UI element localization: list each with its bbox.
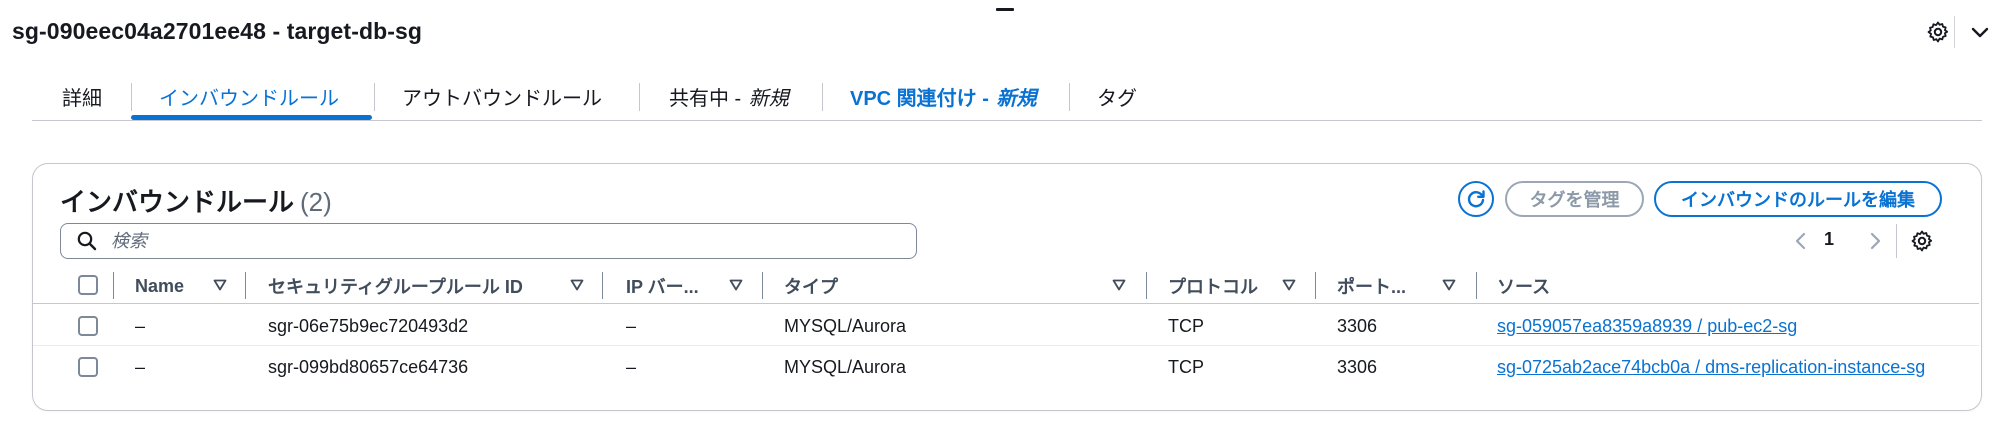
tab-sharing[interactable]: 共有中 - 新規: [669, 74, 789, 118]
select-all-checkbox[interactable]: [78, 275, 98, 295]
refresh-button[interactable]: [1458, 181, 1494, 217]
new-badge: 新規: [996, 87, 1037, 110]
tab-outbound-rules[interactable]: アウトバウンドルール: [402, 74, 602, 118]
cell-protocol: TCP: [1168, 356, 1204, 377]
cell-source-link[interactable]: sg-059057ea8359a8939 / pub-ec2-sg: [1497, 314, 1797, 338]
chevron-down-icon[interactable]: [1966, 18, 1994, 46]
tab-details[interactable]: 詳細: [62, 74, 102, 118]
tab-tags[interactable]: タグ: [1097, 74, 1137, 118]
search-icon: [75, 229, 99, 253]
cell-ip-version: –: [626, 356, 637, 377]
header-divider: [1954, 16, 1955, 48]
gear-icon[interactable]: [1924, 18, 1952, 46]
cell-protocol: TCP: [1168, 315, 1204, 336]
tabs-baseline: [32, 120, 1982, 121]
sort-icon[interactable]: [729, 279, 743, 291]
column-divider: [1476, 272, 1477, 299]
cell-name: –: [135, 356, 146, 377]
new-badge: 新規: [748, 87, 789, 110]
column-divider: [113, 272, 114, 299]
tab-divider: [1069, 83, 1070, 111]
column-header-name[interactable]: Name: [135, 272, 184, 300]
row-divider: [33, 345, 1979, 346]
column-header-port[interactable]: ポート...: [1337, 272, 1406, 300]
tab-divider: [639, 83, 640, 111]
panel-title: インバウンドルール (2): [60, 182, 332, 219]
tab-divider: [131, 83, 132, 111]
column-divider: [245, 272, 246, 299]
search-box: [60, 223, 917, 259]
previous-page-icon[interactable]: [1790, 229, 1812, 253]
manage-tags-button[interactable]: タグを管理: [1505, 181, 1644, 217]
rule-count: (2): [300, 187, 332, 217]
search-input[interactable]: [109, 229, 893, 253]
column-divider: [602, 272, 603, 299]
drag-handle[interactable]: [996, 8, 1014, 11]
cell-ip-version: –: [626, 315, 637, 336]
edit-inbound-rules-button[interactable]: インバウンドのルールを編集: [1654, 181, 1942, 217]
cell-type: MYSQL/Aurora: [784, 356, 907, 377]
cell-type: MYSQL/Aurora: [784, 315, 907, 336]
tab-vpc-associations[interactable]: VPC 関連付け - 新規: [850, 74, 1036, 118]
tab-label: VPC 関連付け -: [850, 87, 995, 110]
column-header-rule-id[interactable]: セキュリティグループルール ID: [268, 272, 523, 300]
page-number[interactable]: 1: [1824, 229, 1834, 250]
pager-divider: [1896, 224, 1897, 258]
cell-name: –: [135, 315, 146, 336]
refresh-icon: [1467, 190, 1485, 208]
sort-icon[interactable]: [570, 279, 584, 291]
next-page-icon[interactable]: [1864, 229, 1886, 253]
row-checkbox[interactable]: [78, 357, 98, 377]
active-tab-indicator: [131, 115, 372, 120]
tab-inbound-rules[interactable]: インバウンドルール: [159, 74, 339, 118]
tab-divider: [822, 83, 823, 111]
cell-rule-id: sgr-099bd80657ce64736: [268, 356, 469, 377]
column-header-source[interactable]: ソース: [1497, 272, 1550, 300]
sort-icon[interactable]: [1282, 279, 1296, 291]
panel-title-text: インバウンドルール: [60, 187, 295, 217]
page-title: sg-090eec04a2701ee48 - target-db-sg: [12, 18, 423, 44]
tab-label: 共有中 -: [669, 87, 747, 110]
cell-port: 3306: [1337, 356, 1378, 377]
sort-icon[interactable]: [1442, 279, 1456, 291]
sort-icon[interactable]: [1112, 279, 1126, 291]
column-header-protocol[interactable]: プロトコル: [1168, 272, 1258, 300]
column-header-ip-version[interactable]: IP バー...: [626, 272, 699, 300]
column-divider: [1146, 272, 1147, 299]
cell-source-link[interactable]: sg-0725ab2ace74bcb0a / dms-replication-i…: [1497, 355, 1925, 379]
sort-icon[interactable]: [213, 279, 227, 291]
row-checkbox[interactable]: [78, 316, 98, 336]
column-divider: [762, 272, 763, 299]
column-header-type[interactable]: タイプ: [784, 272, 838, 300]
cell-rule-id: sgr-06e75b9ec720493d2: [268, 315, 469, 336]
table-settings-gear-icon[interactable]: [1908, 227, 1936, 255]
column-divider: [1315, 272, 1316, 299]
tab-divider: [374, 83, 375, 111]
table-header-line: [33, 303, 1979, 304]
cell-port: 3306: [1337, 315, 1378, 336]
